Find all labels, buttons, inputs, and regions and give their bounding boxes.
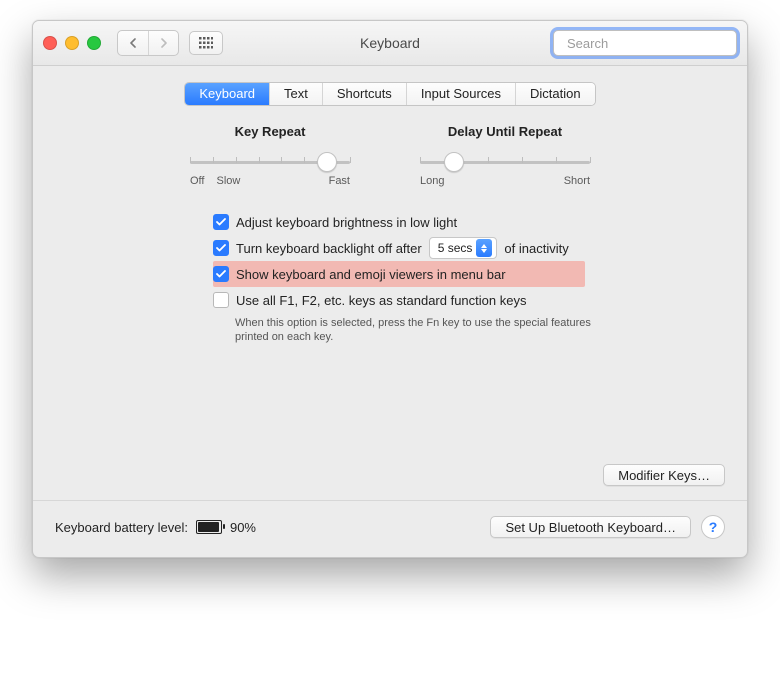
key-repeat-title: Key Repeat bbox=[235, 124, 306, 139]
sliders-row: Key Repeat Off Slow Fast Delay Until Rep… bbox=[33, 116, 747, 209]
nav-back-forward bbox=[117, 30, 179, 56]
key-repeat-labels: Off Slow Fast bbox=[190, 175, 350, 187]
hint-function-keys: When this option is selected, press the … bbox=[235, 316, 595, 344]
tab-text[interactable]: Text bbox=[269, 83, 322, 105]
checkmark-icon bbox=[216, 270, 226, 278]
setup-bluetooth-keyboard-button[interactable]: Set Up Bluetooth Keyboard… bbox=[490, 516, 691, 538]
zoom-window-button[interactable] bbox=[87, 36, 101, 50]
minimize-window-button[interactable] bbox=[65, 36, 79, 50]
key-repeat-label-slow: Slow bbox=[216, 175, 240, 187]
window-controls bbox=[43, 36, 101, 50]
search-input[interactable] bbox=[565, 35, 745, 52]
delay-until-repeat-thumb[interactable] bbox=[444, 152, 464, 172]
checkbox-function-keys[interactable] bbox=[213, 292, 229, 308]
chevron-left-icon bbox=[129, 38, 137, 48]
back-button[interactable] bbox=[118, 31, 148, 55]
checkmark-icon bbox=[216, 244, 226, 252]
grid-icon bbox=[199, 37, 213, 49]
option-function-keys[interactable]: Use all F1, F2, etc. keys as standard fu… bbox=[213, 287, 747, 313]
key-repeat-thumb[interactable] bbox=[317, 152, 337, 172]
key-repeat-slider[interactable] bbox=[190, 153, 350, 169]
help-button[interactable]: ? bbox=[701, 515, 725, 539]
option-backlight-off[interactable]: Turn keyboard backlight off after 5 secs… bbox=[213, 235, 747, 261]
tab-shortcuts[interactable]: Shortcuts bbox=[322, 83, 406, 105]
bottom-button-row: Modifier Keys… bbox=[33, 344, 747, 501]
tab-bar: Keyboard Text Shortcuts Input Sources Di… bbox=[33, 66, 747, 116]
label-backlight-off-after: of inactivity bbox=[504, 241, 568, 256]
checkmark-icon bbox=[216, 218, 226, 226]
modifier-keys-button[interactable]: Modifier Keys… bbox=[603, 464, 725, 486]
delay-until-repeat-labels: Long Short bbox=[420, 175, 590, 187]
close-window-button[interactable] bbox=[43, 36, 57, 50]
delay-label-long: Long bbox=[420, 175, 444, 187]
checkbox-show-viewers[interactable] bbox=[213, 266, 229, 282]
forward-button[interactable] bbox=[148, 31, 178, 55]
tab-keyboard[interactable]: Keyboard bbox=[185, 83, 269, 105]
tab-dictation[interactable]: Dictation bbox=[515, 83, 595, 105]
tabs: Keyboard Text Shortcuts Input Sources Di… bbox=[184, 82, 595, 106]
battery-icon bbox=[196, 520, 222, 534]
option-adjust-brightness[interactable]: Adjust keyboard brightness in low light bbox=[213, 209, 747, 235]
select-stepper-icon bbox=[476, 239, 492, 257]
label-show-viewers: Show keyboard and emoji viewers in menu … bbox=[236, 267, 506, 282]
tab-input-sources[interactable]: Input Sources bbox=[406, 83, 515, 105]
chevron-right-icon bbox=[160, 38, 168, 48]
battery-percent: 90% bbox=[230, 520, 256, 535]
key-repeat-block: Key Repeat Off Slow Fast bbox=[190, 124, 350, 187]
label-adjust-brightness: Adjust keyboard brightness in low light bbox=[236, 215, 457, 230]
keyboard-preferences-window: Keyboard Keyboard Text Shortcuts Input S… bbox=[32, 20, 748, 558]
delay-until-repeat-block: Delay Until Repeat Long Short bbox=[420, 124, 590, 187]
label-function-keys: Use all F1, F2, etc. keys as standard fu… bbox=[236, 293, 526, 308]
backlight-timeout-value: 5 secs bbox=[438, 241, 473, 255]
checkbox-adjust-brightness[interactable] bbox=[213, 214, 229, 230]
show-all-button[interactable] bbox=[189, 31, 223, 55]
delay-label-short: Short bbox=[564, 175, 590, 187]
footer: Keyboard battery level: 90% Set Up Bluet… bbox=[33, 501, 747, 557]
backlight-timeout-select[interactable]: 5 secs bbox=[429, 237, 498, 259]
label-backlight-off-before: Turn keyboard backlight off after bbox=[236, 241, 422, 256]
options-list: Adjust keyboard brightness in low light … bbox=[33, 209, 747, 344]
checkbox-backlight-off[interactable] bbox=[213, 240, 229, 256]
keyboard-battery: Keyboard battery level: 90% bbox=[55, 520, 256, 535]
key-repeat-label-fast: Fast bbox=[329, 175, 350, 187]
battery-label: Keyboard battery level: bbox=[55, 520, 188, 535]
titlebar: Keyboard bbox=[33, 21, 747, 66]
delay-until-repeat-slider[interactable] bbox=[420, 153, 590, 169]
delay-until-repeat-title: Delay Until Repeat bbox=[448, 124, 562, 139]
key-repeat-label-off: Off bbox=[190, 175, 204, 187]
search-field[interactable] bbox=[553, 30, 737, 56]
option-show-viewers[interactable]: Show keyboard and emoji viewers in menu … bbox=[213, 261, 585, 287]
